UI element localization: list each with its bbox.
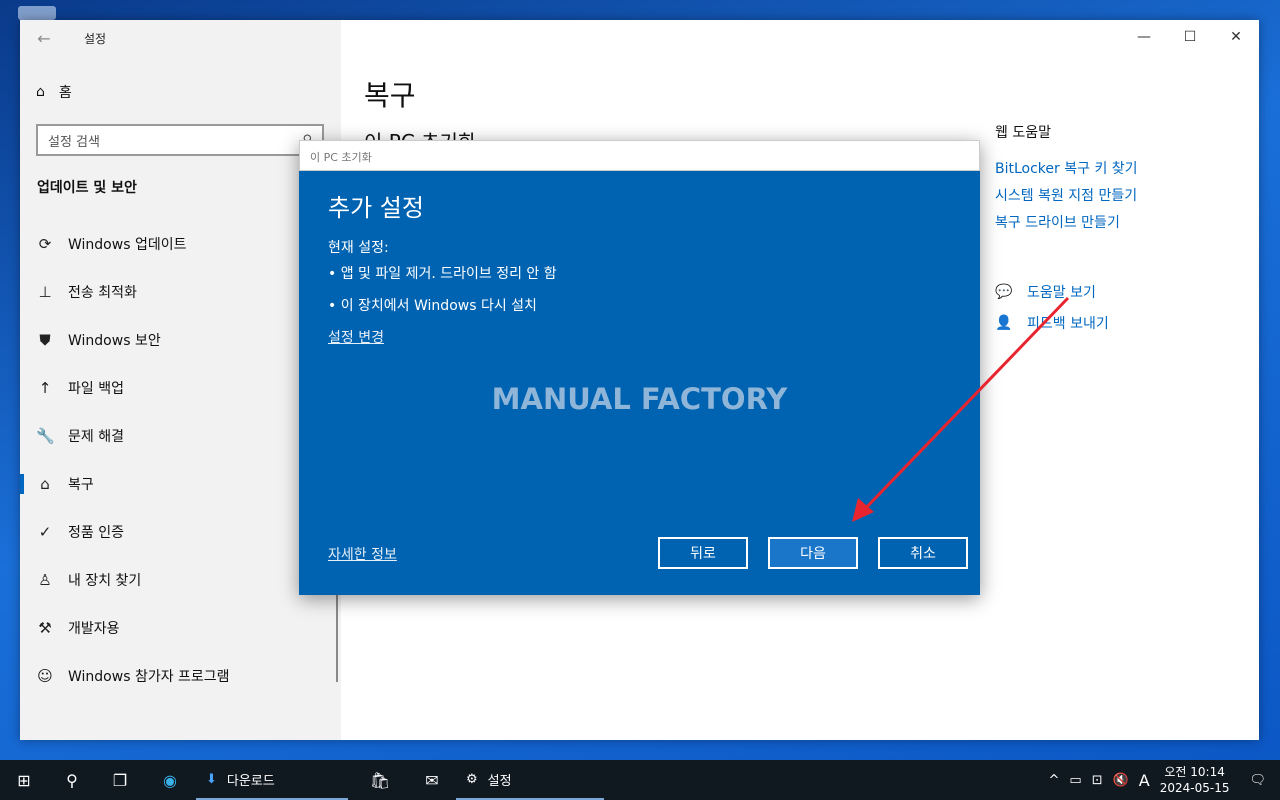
mail-icon[interactable]: ✉ [408, 760, 456, 800]
chevron-up-icon[interactable]: ^ [1048, 773, 1059, 788]
system-tray: ^ ▭ ⊡ 🔇 A 오전 10:14 2024-05-15 🗨 [1048, 760, 1280, 800]
task-view-icon[interactable]: ❐ [96, 760, 144, 800]
network-icon[interactable]: ⊡ [1092, 773, 1103, 788]
volume-muted-icon[interactable]: 🔇 [1113, 773, 1129, 788]
clock[interactable]: 오전 10:14 2024-05-15 [1160, 764, 1230, 796]
search-icon[interactable]: ⚲ [48, 760, 96, 800]
taskbar-app-label: 다운로드 [226, 773, 275, 789]
annotation-arrow [852, 296, 1070, 522]
taskbar-app-settings[interactable]: ⚙ 설정 [456, 760, 604, 800]
clock-time: 오전 10:14 [1164, 765, 1225, 779]
clock-date: 2024-05-15 [1159, 781, 1230, 795]
start-icon[interactable]: ⊞ [0, 760, 48, 800]
taskbar: ⊞ ⚲ ❐ ◉ ⬇ 다운로드 🛍 ✉ ⚙ 설정 ^ ▭ ⊡ 🔇 A 오전 10:… [0, 760, 1280, 800]
battery-icon[interactable]: ▭ [1069, 773, 1081, 788]
store-icon[interactable]: 🛍 [352, 760, 408, 800]
arrow-line [860, 296, 1070, 514]
ime-indicator[interactable]: A [1139, 771, 1150, 790]
edge-icon[interactable]: ◉ [144, 760, 196, 800]
gear-icon: ⚙ [466, 771, 478, 787]
taskbar-app-label: 설정 [487, 773, 512, 789]
taskbar-app-downloads[interactable]: ⬇ 다운로드 [196, 760, 348, 800]
download-arrow-icon: ⬇ [206, 771, 217, 787]
notifications-icon[interactable]: 🗨 [1249, 773, 1266, 788]
